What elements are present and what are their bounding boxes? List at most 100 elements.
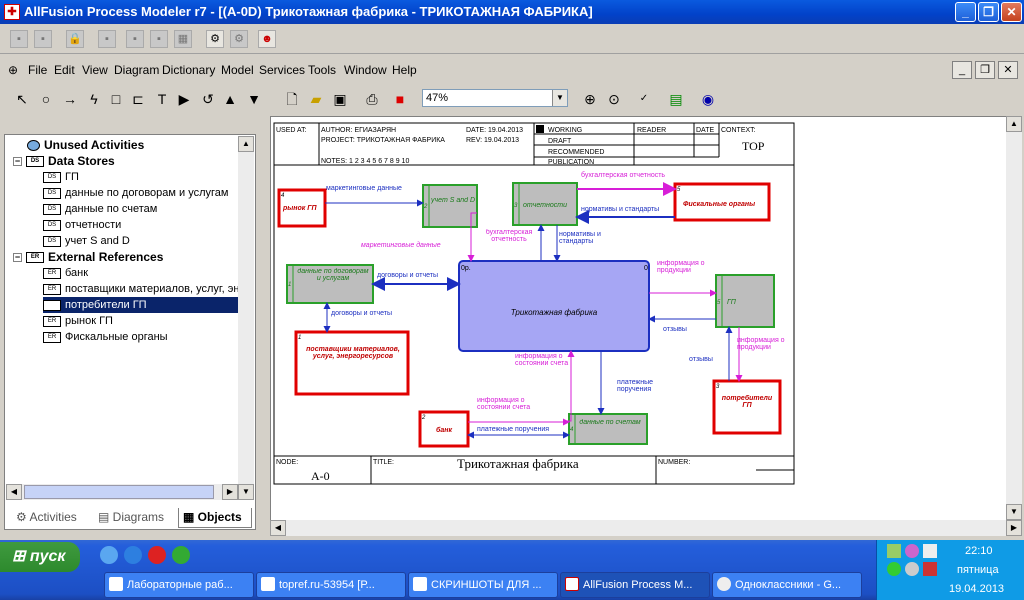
menu-view[interactable]: View xyxy=(82,63,108,77)
mdi-doc-icon[interactable]: ⊕ xyxy=(8,63,18,77)
tab-activities[interactable]: ⚙ Activities xyxy=(16,508,77,528)
menu-dictionary[interactable]: Dictionary xyxy=(162,63,215,77)
tree-item[interactable]: ER рынок ГП xyxy=(43,313,113,329)
minimize-button[interactable]: _ xyxy=(955,2,976,22)
diagram-canvas[interactable]: USED AT: AUTHOR: ЕГИАЗАРЯН PROJECT: ТРИК… xyxy=(270,116,1022,522)
arrow-tool-icon[interactable]: → xyxy=(60,89,80,109)
tray-app-icon[interactable] xyxy=(905,544,919,558)
text-tool-icon[interactable]: T xyxy=(152,89,172,109)
store-tool-icon[interactable]: ⊏ xyxy=(128,89,148,109)
tree-item[interactable]: DS отчетности xyxy=(43,217,121,233)
maximize-button[interactable]: ❐ xyxy=(978,2,999,22)
menu-model[interactable]: Model xyxy=(221,63,254,77)
menu-services[interactable]: Services xyxy=(259,63,305,77)
report-icon[interactable]: ⚙ xyxy=(206,30,224,48)
undo-tool-icon[interactable]: ↺ xyxy=(198,89,218,109)
scroll-down-icon[interactable]: ▼ xyxy=(1006,504,1022,520)
new-file-icon[interactable]: 🗋 xyxy=(282,89,302,109)
menu-diagram[interactable]: Diagram xyxy=(114,63,159,77)
go-parent-icon[interactable]: ▲ xyxy=(220,89,240,109)
check-in-icon[interactable]: ▪ xyxy=(98,30,116,48)
pointer-tool-icon[interactable]: ↖ xyxy=(12,89,32,109)
mdi-close-button[interactable]: ✕ xyxy=(998,61,1018,79)
scroll-up-icon[interactable]: ▲ xyxy=(1006,116,1022,132)
menu-help[interactable]: Help xyxy=(392,63,417,77)
zoom-fit-icon[interactable]: ⊙ xyxy=(604,89,624,109)
scroll-thumb[interactable] xyxy=(24,485,214,499)
scroll-left-icon[interactable]: ◀ xyxy=(270,520,286,536)
people-icon[interactable]: ☻ xyxy=(258,30,276,48)
chrome-icon[interactable] xyxy=(172,546,190,564)
ie-icon[interactable] xyxy=(124,546,142,564)
tree-item[interactable]: DS данные по договорам и услугам xyxy=(43,185,228,201)
menu-edit[interactable]: Edit xyxy=(54,63,75,77)
spellcheck-icon[interactable]: ✓ xyxy=(634,89,654,109)
scroll-up-icon[interactable]: ▲ xyxy=(238,136,254,152)
taskbar-button[interactable]: СКРИНШОТЫ ДЛЯ ... xyxy=(408,572,558,598)
rectangle-tool-icon[interactable]: □ xyxy=(106,89,126,109)
zoom-select[interactable]: 47% ▼ xyxy=(422,89,568,107)
menu-window[interactable]: Window xyxy=(344,63,387,77)
go-down-icon[interactable]: ▼ xyxy=(244,89,264,109)
network-icon[interactable] xyxy=(887,544,901,558)
tree-item[interactable]: ER поставщики материалов, услуг, эн xyxy=(43,281,239,297)
tree-horizontal-scrollbar[interactable]: ◀ ▶ xyxy=(6,484,238,500)
taskbar-button[interactable]: Лабораторные раб... xyxy=(104,572,254,598)
scroll-down-icon[interactable]: ▼ xyxy=(238,484,254,500)
tree-item[interactable]: DS данные по счетам xyxy=(43,201,157,217)
navigator-icon[interactable]: ◉ xyxy=(698,89,718,109)
save-icon[interactable]: ▣ xyxy=(330,89,350,109)
user-icon[interactable]: ▪ xyxy=(150,30,168,48)
tree-item[interactable]: DS ГП xyxy=(43,169,79,185)
tree-item[interactable]: ER банк xyxy=(43,265,88,281)
opera-icon[interactable] xyxy=(148,546,166,564)
lock-icon[interactable]: 🔒 xyxy=(66,30,84,48)
ellipse-tool-icon[interactable]: ○ xyxy=(36,89,56,109)
scroll-right-icon[interactable]: ▶ xyxy=(1006,520,1022,536)
scroll-left-icon[interactable]: ◀ xyxy=(6,484,22,500)
activity-box[interactable] xyxy=(458,260,650,352)
canvas-horizontal-scrollbar[interactable]: ◀ ▶ xyxy=(270,520,1022,536)
desktop-icon[interactable] xyxy=(100,546,118,564)
print-icon[interactable]: ⎙ xyxy=(362,89,382,109)
grid-icon[interactable]: ▦ xyxy=(174,30,192,48)
tree-vertical-scrollbar[interactable]: ▲ ▼ xyxy=(238,136,254,500)
store-gp[interactable] xyxy=(715,274,775,328)
tree-external-references[interactable]: − ER External References xyxy=(13,249,163,265)
check-out-icon[interactable]: ▪ xyxy=(126,30,144,48)
clock-time[interactable]: 22:10 xyxy=(965,545,993,557)
tree-data-stores[interactable]: − DS Data Stores xyxy=(13,153,115,169)
close-button[interactable]: ✕ xyxy=(1001,2,1022,22)
tree-item-selected[interactable]: ER потребители ГП xyxy=(43,297,241,313)
model2-icon[interactable]: ▪ xyxy=(34,30,52,48)
go-child-icon[interactable]: ▶ xyxy=(174,89,194,109)
tray-app-icon[interactable] xyxy=(905,562,919,576)
zoom-in-icon[interactable]: ⊕ xyxy=(580,89,600,109)
tab-diagrams[interactable]: ▤ Diagrams xyxy=(98,508,164,528)
collapse-icon[interactable]: − xyxy=(13,157,22,167)
colors-icon[interactable]: ■ xyxy=(390,89,410,109)
squiggle-tool-icon[interactable]: ϟ xyxy=(84,89,104,109)
start-button[interactable]: ⊞ пуск xyxy=(0,542,80,572)
taskbar-button[interactable]: topref.ru-53954 [Р... xyxy=(256,572,406,598)
taskbar-button-active[interactable]: AllFusion Process M... xyxy=(560,572,710,598)
model-icon[interactable]: ▪ xyxy=(10,30,28,48)
tab-objects[interactable]: ▦ Objects xyxy=(178,508,252,528)
tree-unused-activities[interactable]: Unused Activities xyxy=(27,137,144,153)
tree-item[interactable]: DS учет S and D xyxy=(43,233,130,249)
open-folder-icon[interactable]: ▰ xyxy=(306,89,326,109)
taskbar-button[interactable]: Одноклассники - G... xyxy=(712,572,862,598)
menu-file[interactable]: File xyxy=(28,63,47,77)
tray-app-icon[interactable] xyxy=(923,544,937,558)
tree-item[interactable]: ER Фискальные органы xyxy=(43,329,168,345)
volume-icon[interactable] xyxy=(923,562,937,576)
mdi-minimize-button[interactable]: _ xyxy=(952,61,972,79)
menu-tools[interactable]: Tools xyxy=(308,63,336,77)
collapse-icon[interactable]: − xyxy=(13,253,22,263)
scroll-right-icon[interactable]: ▶ xyxy=(222,484,238,500)
tray-app-icon[interactable] xyxy=(887,562,901,576)
canvas-vertical-scrollbar[interactable]: ▲ ▼ xyxy=(1006,116,1022,520)
settings-icon[interactable]: ⚙ xyxy=(230,30,248,48)
model-explorer-icon[interactable]: ▤ xyxy=(666,89,686,109)
mdi-restore-button[interactable]: ❐ xyxy=(975,61,995,79)
